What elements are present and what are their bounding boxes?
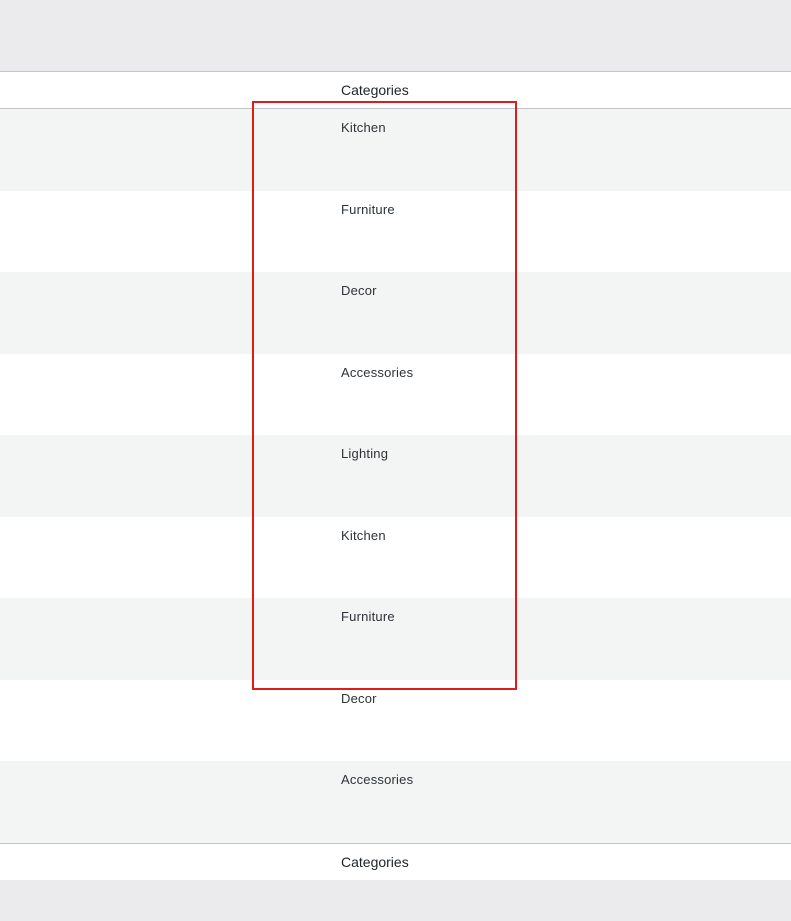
table-row[interactable]: Decor	[0, 679, 791, 761]
table-body: Kitchen Furniture Decor Accessories Ligh…	[0, 109, 791, 843]
category-cell[interactable]: Lighting	[341, 446, 388, 461]
category-cell[interactable]: Kitchen	[341, 528, 386, 543]
table-footer-row: Categories	[0, 842, 791, 881]
category-cell[interactable]: Decor	[341, 691, 377, 706]
table-row[interactable]: Accessories	[0, 761, 791, 843]
table-row[interactable]: Lighting	[0, 435, 791, 517]
table-header-row: Categories	[0, 72, 791, 109]
category-cell[interactable]: Kitchen	[341, 120, 386, 135]
category-cell[interactable]: Decor	[341, 283, 377, 298]
column-footer-categories[interactable]: Categories	[341, 854, 409, 870]
category-cell[interactable]: Furniture	[341, 609, 395, 624]
table-row[interactable]: Furniture	[0, 598, 791, 680]
category-cell[interactable]: Accessories	[341, 365, 413, 380]
table-row[interactable]: Accessories	[0, 353, 791, 435]
column-header-categories[interactable]: Categories	[341, 82, 409, 98]
bottom-bar-area	[0, 880, 791, 921]
categories-table: Categories Kitchen Furniture Decor Acces…	[0, 72, 791, 881]
table-row[interactable]: Kitchen	[0, 516, 791, 598]
category-cell[interactable]: Accessories	[341, 772, 413, 787]
table-row[interactable]: Furniture	[0, 190, 791, 272]
top-toolbar-area	[0, 0, 791, 72]
table-row[interactable]: Decor	[0, 272, 791, 354]
table-row[interactable]: Kitchen	[0, 109, 791, 191]
category-cell[interactable]: Furniture	[341, 202, 395, 217]
